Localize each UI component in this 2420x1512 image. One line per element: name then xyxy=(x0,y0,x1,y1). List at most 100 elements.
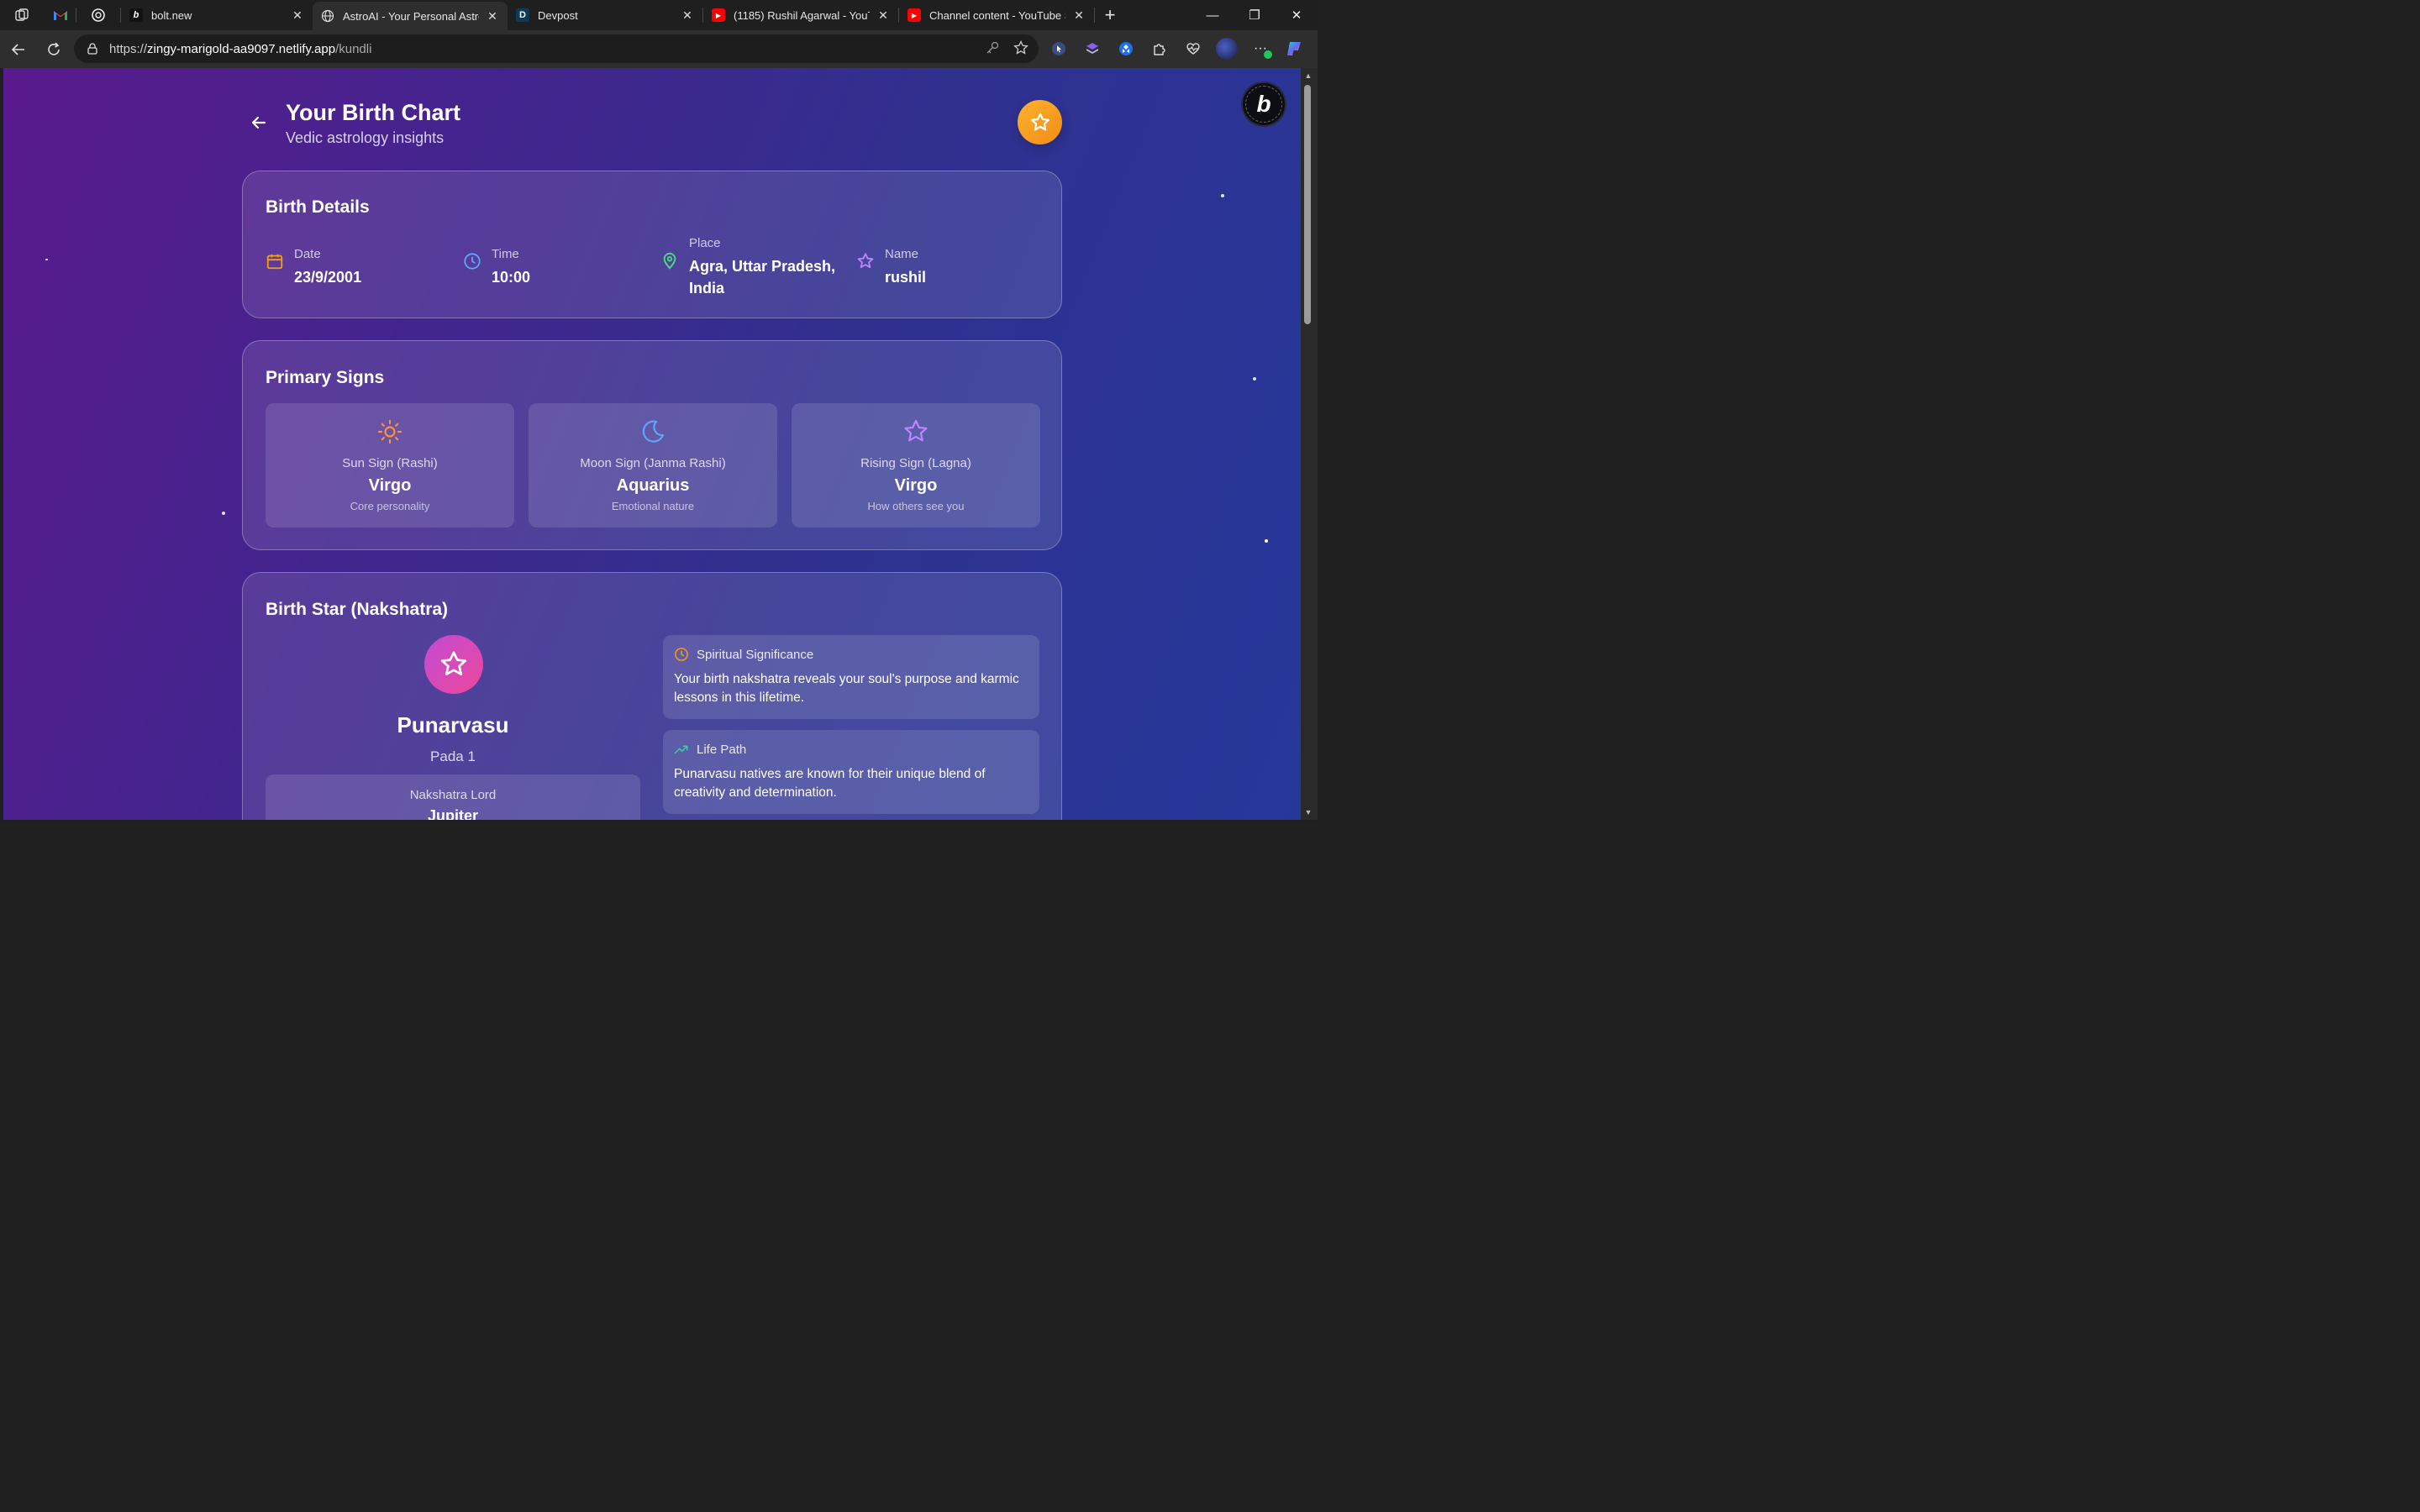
background-star xyxy=(1253,377,1256,381)
reload-icon xyxy=(48,41,60,55)
back-arrow-icon[interactable] xyxy=(249,113,269,133)
page-subtitle: Vedic astrology insights xyxy=(286,129,445,146)
clock-icon xyxy=(464,253,481,270)
sign-description: Core personality xyxy=(350,500,430,512)
puzzle-extensions-icon[interactable] xyxy=(1148,37,1171,60)
close-tab-icon[interactable]: ✕ xyxy=(1072,8,1086,22)
minimize-icon[interactable]: — xyxy=(1192,0,1234,30)
tab-youtube-channel[interactable]: ▶ (1185) Rushil Agarwal - YouT ✕ xyxy=(703,0,898,30)
clock-icon xyxy=(675,648,688,661)
browser-toolbar: https://zingy-marigold-aa9097.netlify.ap… xyxy=(0,30,1318,68)
health-heart-icon[interactable] xyxy=(1181,37,1205,60)
tab-title: Channel content - YouTube S xyxy=(929,8,1065,22)
workspaces-icon[interactable] xyxy=(7,0,37,30)
trending-up-icon xyxy=(674,745,688,754)
tab-title: bolt.new xyxy=(151,8,192,22)
url-path: /kundli xyxy=(335,41,372,56)
tab-title: Devpost xyxy=(538,8,578,22)
gmail-tab-icon[interactable] xyxy=(45,0,76,30)
window-bottom-edge xyxy=(0,820,1318,823)
calendar-icon xyxy=(266,254,283,270)
new-tab-button[interactable]: + xyxy=(1095,0,1125,30)
reload-button[interactable] xyxy=(37,33,71,66)
extensions-area: ··· xyxy=(1047,37,1306,60)
rising-sign-box: Rising Sign (Lagna) Virgo How others see… xyxy=(792,403,1040,528)
card-title: Primary Signs xyxy=(266,368,385,387)
back-button[interactable] xyxy=(2,33,35,66)
nakshatra-badge xyxy=(424,635,483,694)
back-icon xyxy=(11,43,24,55)
detail-name: Name rushil xyxy=(856,247,926,288)
spiritual-significance-box: Spiritual Significance Your birth naksha… xyxy=(663,635,1039,719)
close-tab-icon[interactable]: ✕ xyxy=(681,8,694,22)
url-prefix: https:// xyxy=(109,41,148,56)
chatgpt-tab-icon[interactable] xyxy=(83,0,113,30)
youtube-favicon-icon: ▶ xyxy=(712,8,725,22)
favorite-star-icon[interactable] xyxy=(1013,40,1028,55)
background-star xyxy=(1221,194,1224,197)
devpost-favicon-icon: D xyxy=(516,8,529,22)
sign-label: Rising Sign (Lagna) xyxy=(860,456,971,470)
lock-icon[interactable] xyxy=(86,42,99,55)
background-star xyxy=(1265,539,1268,543)
card-title: Birth Star (Nakshatra) xyxy=(266,600,449,619)
copilot-icon[interactable] xyxy=(1282,37,1306,60)
cursor-extension-icon[interactable] xyxy=(1047,37,1071,60)
nakshatra-pada: Pada 1 xyxy=(430,748,476,764)
tab-youtube-studio[interactable]: ▶ Channel content - YouTube S ✕ xyxy=(899,0,1094,30)
youtube-favicon-icon: ▶ xyxy=(908,8,921,22)
dropbox-extension-icon[interactable] xyxy=(1114,37,1138,60)
detail-value: rushil xyxy=(885,269,927,286)
primary-signs-card: Primary Signs Sun Sign (Rashi) Virgo Cor… xyxy=(242,340,1062,550)
detail-value: 10:00 xyxy=(492,269,531,286)
detail-value: 23/9/2001 xyxy=(294,269,362,286)
page-scrollbar[interactable]: ▲ ▼ xyxy=(1301,68,1318,820)
moon-icon xyxy=(642,420,665,443)
header-star-button[interactable] xyxy=(1018,100,1062,144)
card-title: Birth Details xyxy=(266,197,370,217)
detail-date: Date 23/9/2001 xyxy=(266,247,361,288)
bolt-favicon-icon: b xyxy=(129,8,143,22)
restore-icon[interactable]: ❐ xyxy=(1234,0,1276,30)
background-star xyxy=(222,512,225,515)
scroll-thumb[interactable] xyxy=(1304,85,1311,324)
stack-extension-icon[interactable] xyxy=(1081,37,1104,60)
browser-tab-bar: b bolt.new ✕ AstroAI - Your Personal Ast… xyxy=(0,0,1318,30)
tab-devpost[interactable]: D Devpost ✕ xyxy=(508,0,702,30)
profile-avatar[interactable] xyxy=(1215,37,1239,60)
scroll-down-icon[interactable]: ▼ xyxy=(1303,808,1313,816)
address-bar[interactable]: https://zingy-marigold-aa9097.netlify.ap… xyxy=(74,34,1039,63)
background-star xyxy=(45,259,48,260)
info-title: Life Path xyxy=(697,742,747,757)
tab-astroai[interactable]: AstroAI - Your Personal Astro ✕ xyxy=(313,2,508,30)
close-tab-icon[interactable]: ✕ xyxy=(486,9,499,23)
detail-label: Time xyxy=(492,247,519,261)
sign-label: Moon Sign (Janma Rashi) xyxy=(580,456,726,470)
scroll-up-icon[interactable]: ▲ xyxy=(1303,71,1313,80)
close-tab-icon[interactable]: ✕ xyxy=(876,8,890,22)
detail-label: Place xyxy=(689,236,721,250)
sun-icon xyxy=(377,419,402,444)
bolt-badge[interactable]: b xyxy=(1241,81,1286,127)
detail-label: Date xyxy=(294,247,321,261)
globe-favicon-icon xyxy=(321,9,334,23)
sign-description: How others see you xyxy=(867,500,965,512)
detail-label: Name xyxy=(885,247,919,261)
close-window-icon[interactable]: ✕ xyxy=(1276,0,1318,30)
sign-description: Emotional nature xyxy=(611,500,695,512)
more-menu-icon[interactable]: ··· xyxy=(1249,37,1272,60)
place-line-1: Agra, Uttar Pradesh, xyxy=(689,258,836,275)
page-viewport: b Your Birth Chart Vedic astrology insig… xyxy=(3,68,1301,820)
url-host: zingy-marigold-aa9097.netlify.app xyxy=(147,41,336,56)
detail-value: Agra, Uttar Pradesh, India xyxy=(689,255,835,299)
detail-time: Time 10:00 xyxy=(463,247,530,288)
star-icon xyxy=(1030,113,1050,131)
star-icon xyxy=(857,253,874,269)
page-title: Your Birth Chart xyxy=(286,100,460,125)
key-icon[interactable] xyxy=(985,40,1000,55)
tab-bolt[interactable]: b bolt.new ✕ xyxy=(121,0,313,30)
window-controls: — ❐ ✕ xyxy=(1192,0,1318,30)
lord-value: Jupiter xyxy=(427,807,478,820)
sign-value: Virgo xyxy=(894,476,938,495)
close-tab-icon[interactable]: ✕ xyxy=(291,8,304,22)
